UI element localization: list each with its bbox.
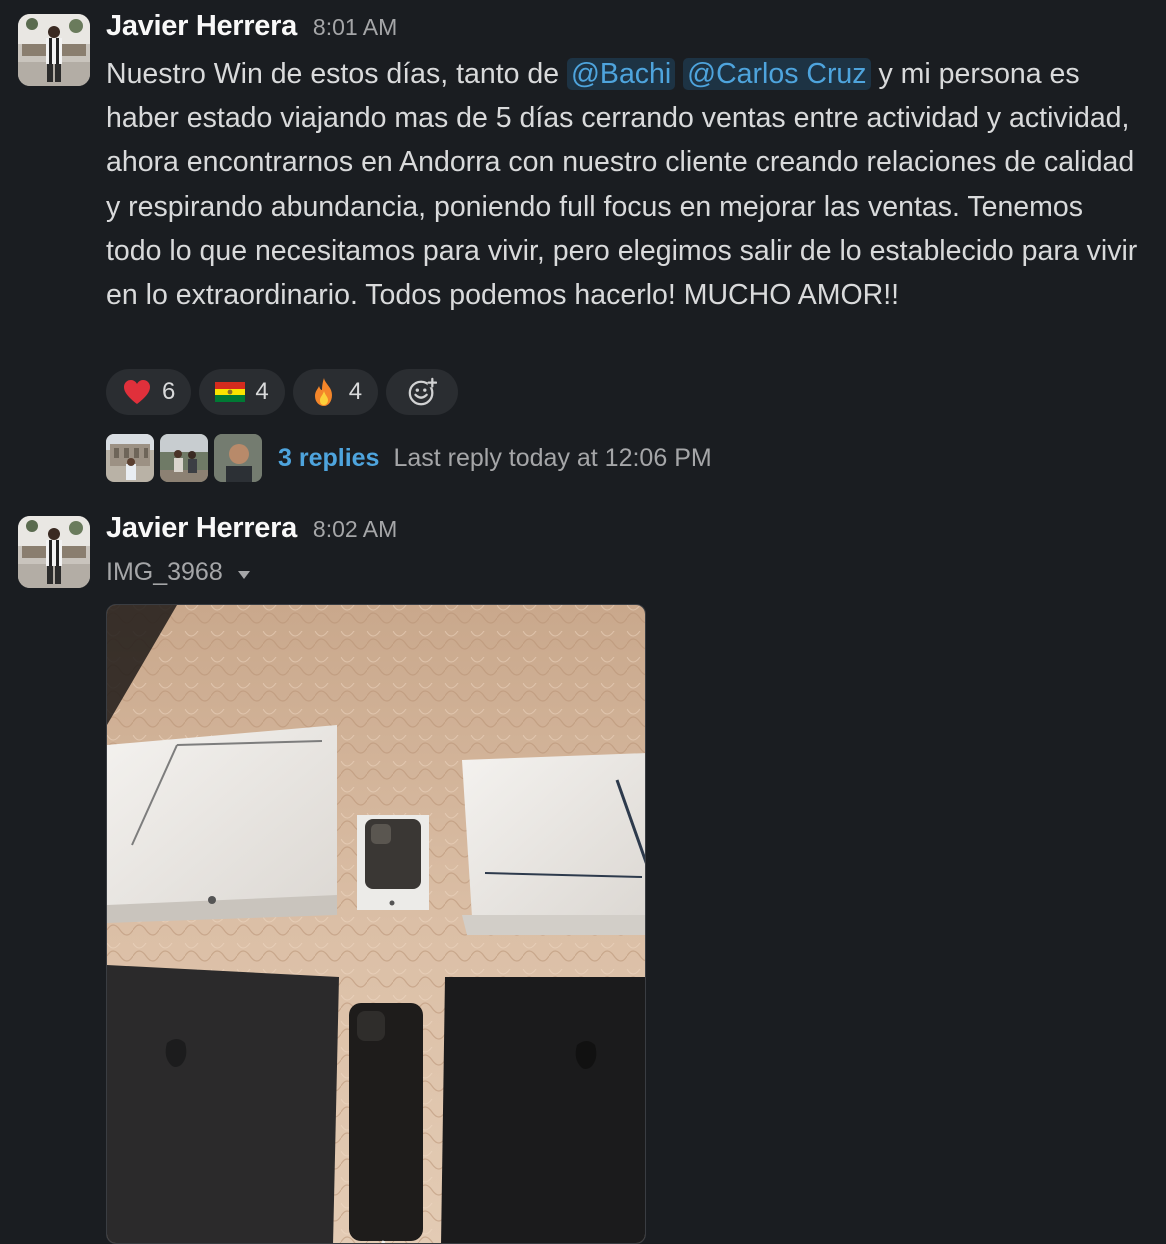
- thread-participants: [106, 434, 262, 482]
- message-1: Javier Herrera 8:01 AM Nuestro Win de es…: [0, 0, 1166, 490]
- add-reaction-icon: [407, 377, 438, 407]
- reaction-bolivia-flag[interactable]: 4: [199, 369, 285, 415]
- image-attachment[interactable]: [106, 604, 646, 1244]
- file-name[interactable]: IMG_3968: [106, 558, 223, 587]
- message-header: Javier Herrera 8:01 AM: [106, 10, 397, 43]
- reaction-fire[interactable]: 4: [292, 369, 379, 415]
- reaction-count: 6: [162, 378, 176, 405]
- reaction-count: 4: [348, 378, 363, 405]
- thread-replies-link[interactable]: 3 replies: [278, 444, 379, 473]
- reactions-bar: 6 4 4: [106, 369, 459, 415]
- message-header: Javier Herrera 8:02 AM: [106, 512, 397, 545]
- reaction-heart[interactable]: 6: [106, 369, 192, 415]
- participant-avatar: [214, 434, 262, 482]
- reaction-count: 4: [255, 378, 269, 405]
- message-text: Nuestro Win de estos días, tanto de @Bac…: [106, 52, 1146, 317]
- thread-last-reply: Last reply today at 12:06 PM: [393, 443, 712, 472]
- author-name[interactable]: Javier Herrera: [106, 10, 297, 43]
- fire-icon: [309, 377, 339, 407]
- author-avatar[interactable]: [18, 14, 90, 86]
- caret-down-icon[interactable]: [237, 558, 251, 587]
- participant-avatar: [106, 434, 154, 482]
- message-timestamp[interactable]: 8:02 AM: [313, 516, 397, 543]
- message-text-part: [675, 58, 683, 90]
- mention-carlos-cruz[interactable]: @Carlos Cruz: [683, 58, 871, 90]
- message-text-part: Nuestro Win de estos días, tanto de: [106, 58, 567, 90]
- message-text-part: y mi persona es haber estado viajando ma…: [106, 58, 1138, 312]
- thread-summary[interactable]: 3 replies Last reply today at 12:06 PM: [106, 434, 712, 482]
- author-avatar[interactable]: [18, 516, 90, 588]
- add-reaction-button[interactable]: [386, 369, 459, 415]
- message-timestamp[interactable]: 8:01 AM: [313, 14, 397, 41]
- bolivia-flag-icon: [215, 377, 246, 407]
- heart-icon: [122, 377, 152, 407]
- participant-avatar: [160, 434, 208, 482]
- file-header: IMG_3968: [106, 558, 251, 587]
- photo-content: [107, 605, 645, 1243]
- author-name[interactable]: Javier Herrera: [106, 512, 297, 545]
- mention-bachi[interactable]: @Bachi: [567, 58, 676, 90]
